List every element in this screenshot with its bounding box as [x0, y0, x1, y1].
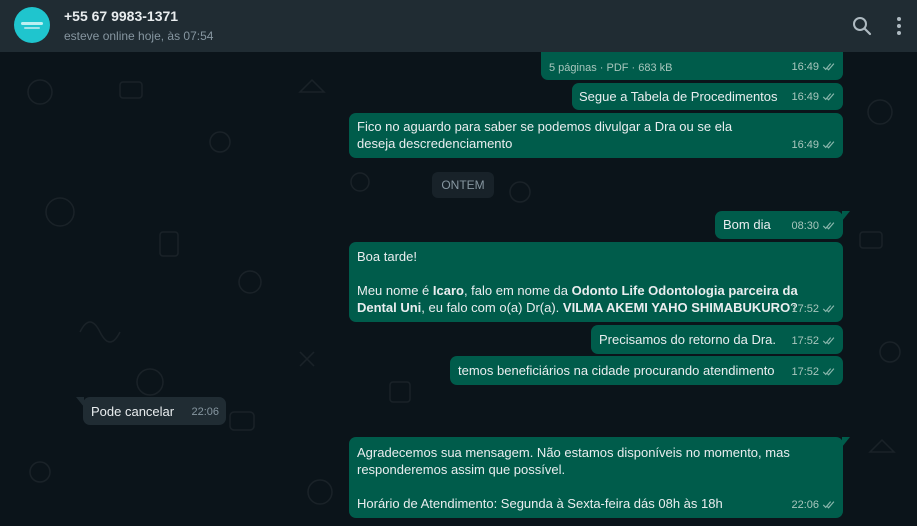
double-check-icon: [822, 337, 835, 345]
message-time: 08:30: [791, 220, 819, 232]
message-meta: 17:52: [791, 333, 836, 350]
chat-header[interactable]: +55 67 9983-1371 esteve online hoje, às …: [0, 0, 917, 52]
date-divider: ONTEM: [432, 172, 494, 198]
message-time: 16:49: [791, 139, 819, 151]
message-time: 16:49: [791, 61, 819, 73]
message-bubble-outgoing[interactable]: temos beneficiários na cidade procurando…: [450, 356, 843, 385]
double-check-icon: [822, 222, 835, 230]
message-text: Horário de Atendimento: Segunda à Sexta-…: [357, 496, 723, 511]
message-time: 17:52: [791, 303, 819, 315]
message-meta: 16:49: [791, 137, 836, 154]
sender-name: Icaro: [432, 283, 464, 298]
message-time: 17:52: [791, 335, 819, 347]
message-bubble-outgoing[interactable]: Segue a Tabela de Procedimentos 16:49: [572, 83, 843, 110]
message-bubble-outgoing[interactable]: Bom dia 08:30: [715, 211, 850, 239]
message-bubble-outgoing[interactable]: Fico no aguardo para saber se podemos di…: [349, 113, 843, 158]
message-text: temos beneficiários na cidade procurando…: [458, 363, 775, 378]
message-bubble-outgoing[interactable]: Precisamos do retorno da Dra. 17:52: [591, 325, 843, 354]
document-info: 5 páginas · PDF · 683 kB: [549, 62, 673, 74]
message-meta: 17:52: [791, 364, 836, 381]
message-bubble-document[interactable]: 5 páginas · PDF · 683 kB 16:49: [541, 52, 843, 80]
message-text-part: Meu nome é: [357, 283, 433, 298]
message-bubble-incoming[interactable]: Pode cancelar 22:06: [76, 397, 226, 425]
contact-last-seen: esteve online hoje, às 07:54: [64, 29, 214, 43]
bubble-tail: [76, 397, 84, 407]
kebab-menu-icon[interactable]: [889, 16, 909, 36]
message-greeting: Boa tarde!: [357, 249, 417, 264]
double-check-icon: [822, 93, 835, 101]
double-check-icon: [822, 141, 835, 149]
message-time: 22:06: [191, 406, 219, 418]
message-text: Meu nome é Icaro, falo em nome da Odonto…: [357, 282, 835, 316]
doctor-name: VILMA AKEMI YAHO SHIMABUKURO: [562, 300, 791, 315]
message-meta: 16:49: [791, 89, 836, 106]
double-check-icon: [822, 305, 835, 313]
message-meta: 22:06: [191, 404, 219, 421]
double-check-icon: [822, 63, 835, 71]
message-bubble-outgoing[interactable]: Agradecemos sua mensagem. Não estamos di…: [349, 437, 850, 518]
message-meta: 22:06: [791, 497, 836, 514]
contact-name[interactable]: +55 67 9983-1371: [64, 8, 178, 24]
double-check-icon: [822, 501, 835, 509]
bubble-tail: [842, 211, 850, 221]
double-check-icon: [822, 368, 835, 376]
message-list[interactable]: 5 páginas · PDF · 683 kB 16:49 Segue a T…: [0, 52, 917, 526]
message-time: 17:52: [791, 366, 819, 378]
contact-avatar[interactable]: [14, 7, 50, 43]
message-meta: 16:49: [791, 59, 836, 76]
message-text: Agradecemos sua mensagem. Não estamos di…: [357, 445, 790, 477]
message-time: 16:49: [791, 91, 819, 103]
avatar-logo-bar: [21, 22, 43, 25]
message-text-part: , eu falo com o(a) Dr(a).: [421, 300, 563, 315]
bubble-tail: [842, 437, 850, 447]
message-time: 22:06: [791, 499, 819, 511]
search-icon[interactable]: [852, 16, 872, 36]
avatar-logo-bar: [24, 27, 40, 29]
message-text: Fico no aguardo para saber se podemos di…: [357, 119, 733, 151]
message-bubble-outgoing[interactable]: Boa tarde! Meu nome é Icaro, falo em nom…: [349, 242, 843, 322]
message-meta: 17:52: [791, 301, 836, 318]
message-text-part: , falo em nome da: [463, 283, 572, 298]
message-meta: 08:30: [791, 218, 836, 235]
